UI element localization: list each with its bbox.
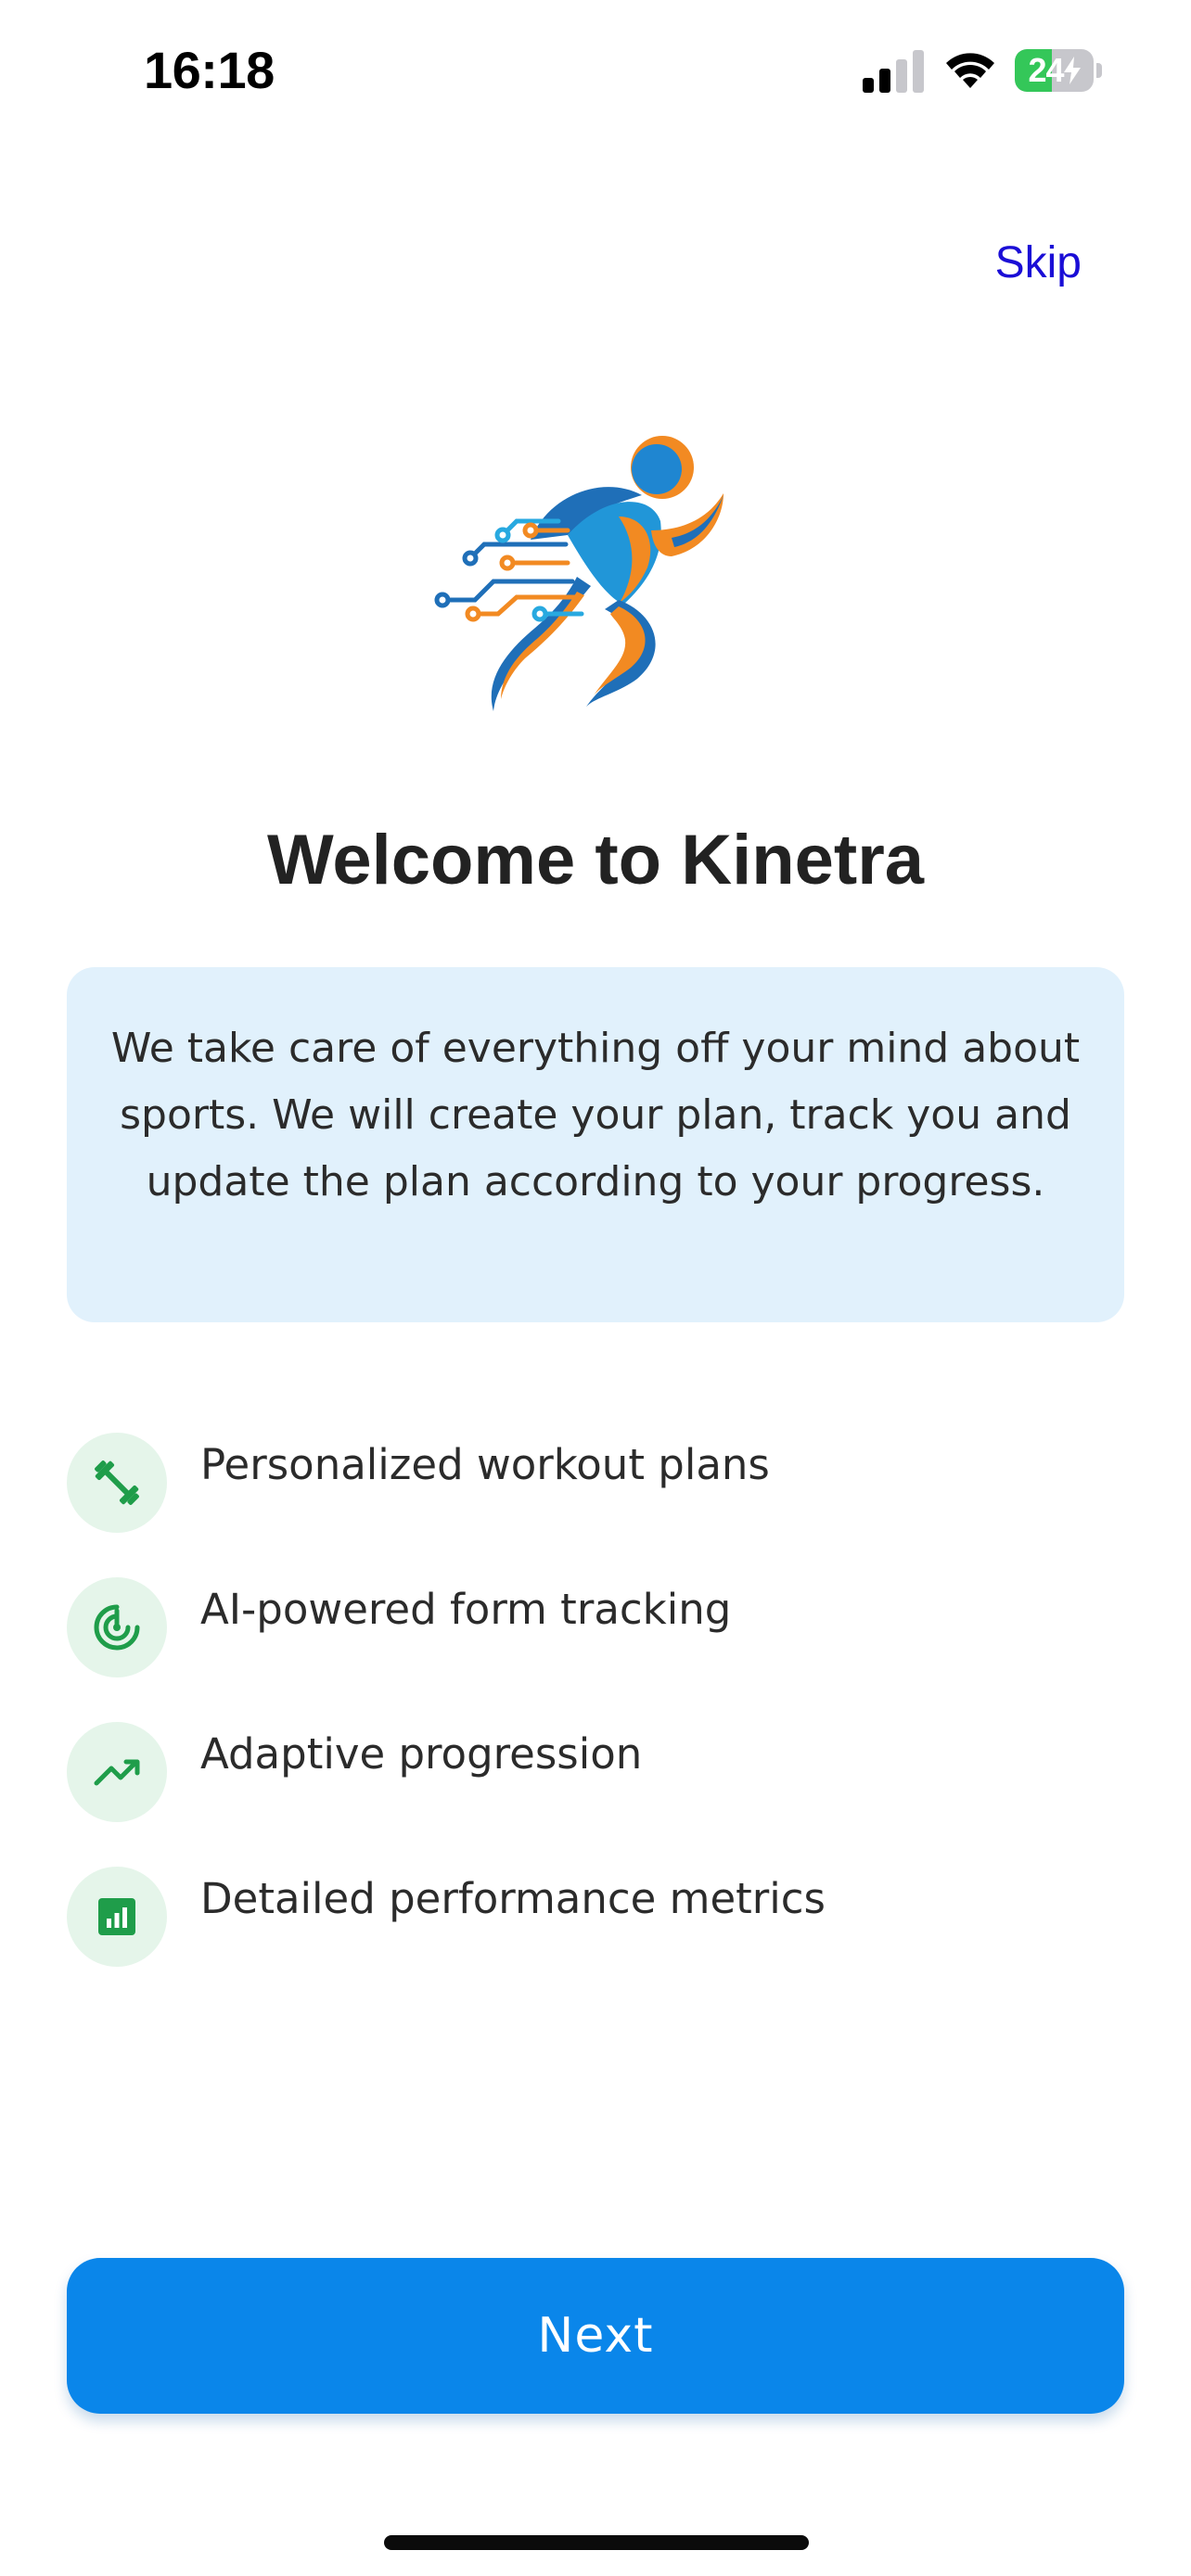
welcome-title: Welcome to Kinetra xyxy=(266,821,925,899)
feature-label: Adaptive progression xyxy=(200,1729,643,1779)
battery-percentage: 24 xyxy=(1028,51,1065,89)
feature-label: Personalized workout plans xyxy=(200,1440,770,1489)
intro-text: We take care of everything off your mind… xyxy=(110,1025,1081,1205)
bar-chart-icon xyxy=(67,1867,167,1967)
feature-label: Detailed performance metrics xyxy=(200,1874,826,1923)
battery-cap xyxy=(1096,63,1102,78)
feature-item-personalized-plans: Personalized workout plans xyxy=(67,1433,1124,1533)
target-icon xyxy=(67,1577,167,1677)
status-bar: 16:18 24 xyxy=(0,0,1191,139)
running-athlete-logo xyxy=(434,436,724,711)
battery-level: 24 xyxy=(1015,49,1094,92)
battery-icon: 24 xyxy=(1015,49,1102,92)
next-button[interactable]: Next xyxy=(67,2258,1124,2414)
signal-icon xyxy=(863,50,924,93)
feature-item-adaptive-progression: Adaptive progression xyxy=(67,1722,1124,1822)
trending-up-icon xyxy=(67,1722,167,1822)
intro-card: We take care of everything off your mind… xyxy=(67,967,1124,1322)
feature-item-form-tracking: AI-powered form tracking xyxy=(67,1577,1124,1677)
status-time: 16:18 xyxy=(144,41,275,99)
charging-bolt-icon xyxy=(1063,57,1081,84)
feature-list: Personalized workout plans AI-powered fo… xyxy=(67,1433,1124,2011)
wifi-icon xyxy=(946,53,994,88)
battery-body: 24 xyxy=(1015,49,1095,92)
skip-button[interactable]: Skip xyxy=(995,234,1082,293)
status-icons: 24 xyxy=(861,45,1102,96)
feature-label: AI-powered form tracking xyxy=(200,1585,732,1634)
feature-item-performance-metrics: Detailed performance metrics xyxy=(67,1867,1124,1967)
dumbbell-icon xyxy=(67,1433,167,1533)
home-indicator[interactable] xyxy=(384,2535,809,2550)
